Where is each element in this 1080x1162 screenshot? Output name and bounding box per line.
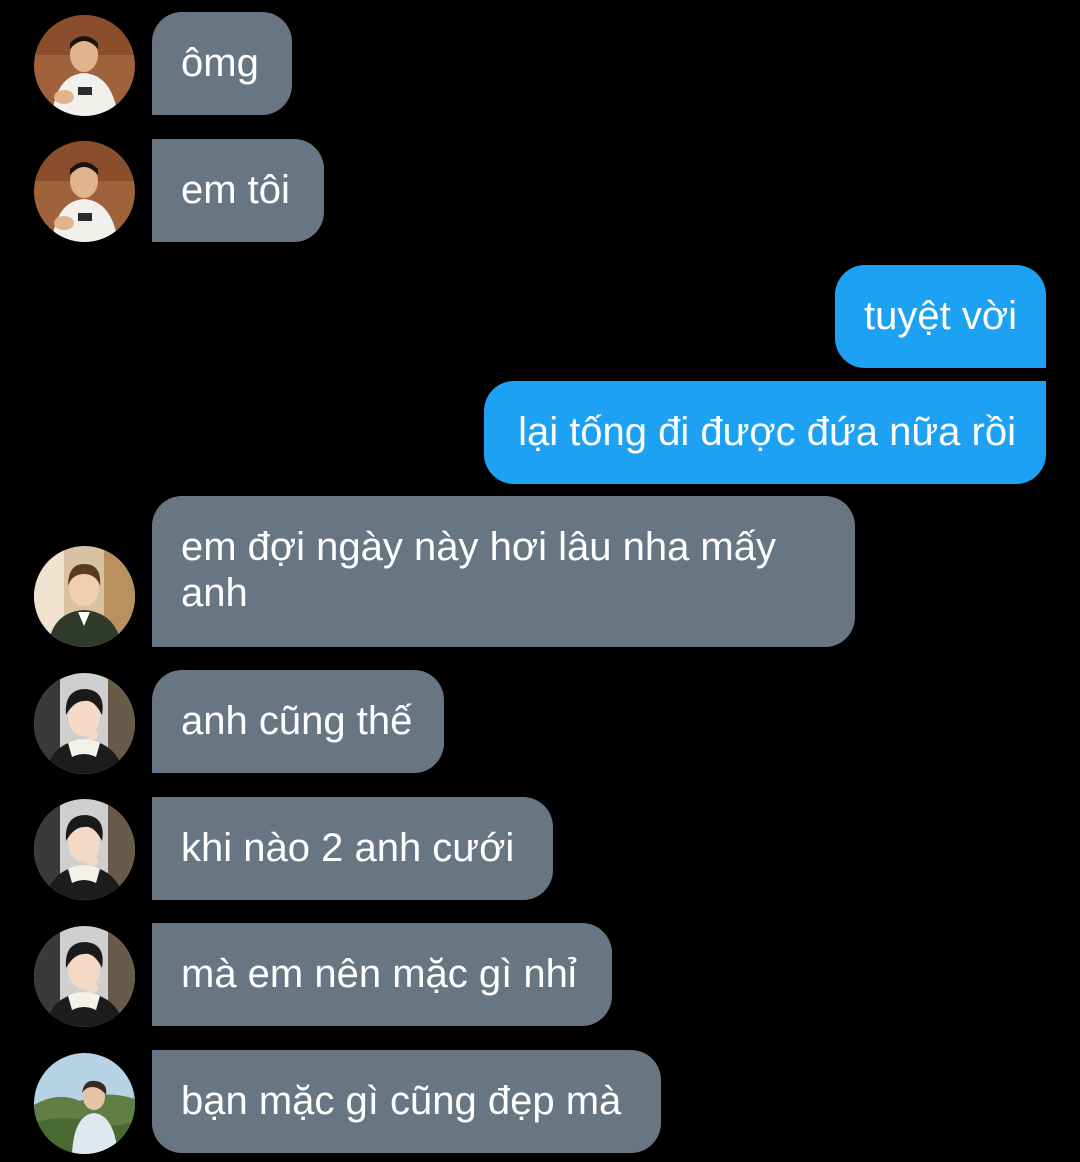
message-text: em tôi <box>181 168 290 212</box>
message-text: tuyệt vời <box>864 294 1017 338</box>
message-text: lại tống đi được đứa nữa rồi <box>518 410 1016 454</box>
message-text: anh cũng thế <box>181 699 413 743</box>
avatar-photo-icon <box>34 546 135 647</box>
message-text: bạn mặc gì cũng đẹp mà <box>181 1079 622 1123</box>
avatar-photo-icon <box>34 1053 135 1154</box>
avatar-photo-icon <box>34 141 135 242</box>
message-bubble[interactable]: tuyệt vời <box>835 265 1046 368</box>
message-bubble[interactable]: mà em nên mặc gì nhỉ <box>152 923 612 1026</box>
message-text: ômg <box>181 41 259 85</box>
message-bubble[interactable]: em đợi ngày này hơi lâu nha mấy anh <box>152 496 855 647</box>
avatar[interactable] <box>34 1053 135 1154</box>
avatar-photo-icon <box>34 799 135 900</box>
message-bubble[interactable]: anh cũng thế <box>152 670 444 773</box>
message-bubble[interactable]: bạn mặc gì cũng đẹp mà <box>152 1050 661 1153</box>
message-bubble[interactable]: lại tống đi được đứa nữa rồi <box>484 381 1046 484</box>
avatar[interactable] <box>34 141 135 242</box>
message-text: mà em nên mặc gì nhỉ <box>181 952 577 996</box>
avatar[interactable] <box>34 15 135 116</box>
avatar-photo-icon <box>34 673 135 774</box>
avatar[interactable] <box>34 546 135 647</box>
avatar[interactable] <box>34 673 135 774</box>
avatar[interactable] <box>34 926 135 1027</box>
message-text: em đợi ngày này hơi lâu nha mấy anh <box>181 525 776 615</box>
message-bubble[interactable]: khi nào 2 anh cưới <box>152 797 553 900</box>
avatar-photo-icon <box>34 926 135 1027</box>
message-bubble[interactable]: em tôi <box>152 139 324 242</box>
avatar-photo-icon <box>34 15 135 116</box>
avatar[interactable] <box>34 799 135 900</box>
message-bubble[interactable]: ômg <box>152 12 292 115</box>
message-text: khi nào 2 anh cưới <box>181 826 515 870</box>
